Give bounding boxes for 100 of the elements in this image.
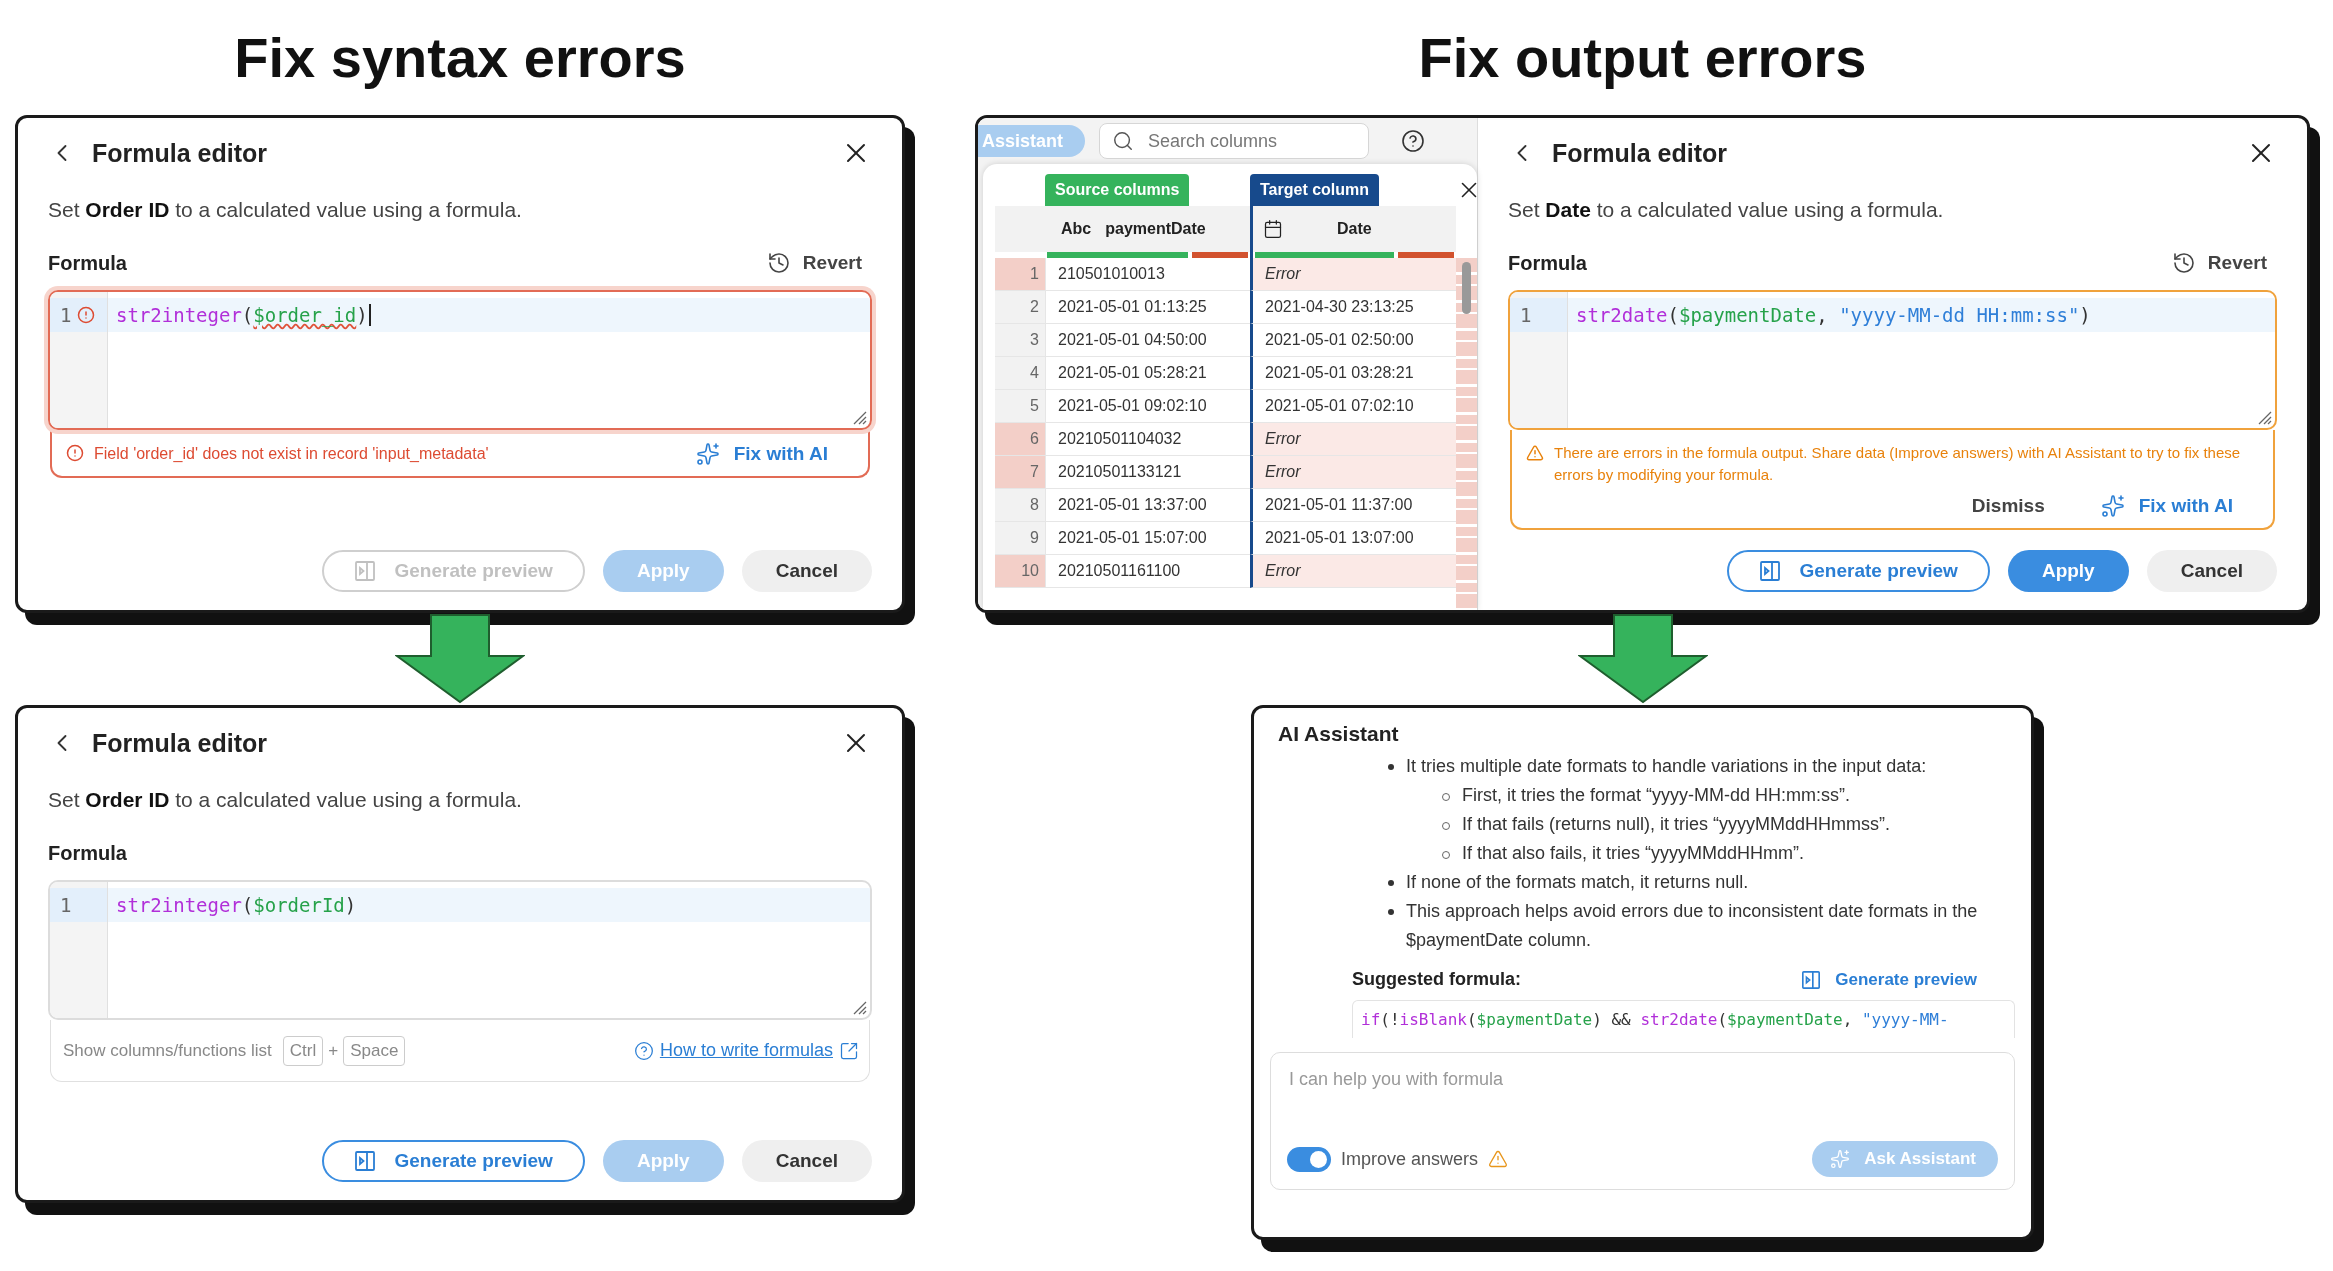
line-number: 1 <box>60 894 72 916</box>
table-cell: 2021-05-01 03:28:21 <box>1250 357 1456 390</box>
section-heading: Fix syntax errors <box>234 25 686 91</box>
revert-button[interactable]: Revert <box>2161 251 2277 275</box>
table-cell: 2021-05-01 02:50:00 <box>1250 324 1456 357</box>
row-number: 4 <box>995 357 1045 390</box>
table-cell: Error <box>1250 555 1456 588</box>
target-column-label: Target column <box>1250 174 1380 206</box>
table-cell: 20210501104032 <box>1045 423 1250 456</box>
code-line: str2integer($orderId) <box>116 894 358 916</box>
warning-message: There are errors in the formula output. Share data (Improve answers) with AI Assistant to try to fix these errors by modifying your formula. <box>1554 443 2242 485</box>
dialog-title: Formula editor <box>1552 138 1728 168</box>
calendar-icon <box>1263 219 1283 239</box>
formula-label: Formula <box>48 841 127 865</box>
row-number: 6 <box>995 423 1045 456</box>
help-link[interactable]: How to write formulas <box>633 1040 859 1061</box>
table-cell: 2021-05-01 05:28:21 <box>1045 357 1250 390</box>
cancel-button[interactable]: Cancel <box>741 550 872 592</box>
bullet-dot <box>1388 880 1394 886</box>
table-cell: 2021-05-01 13:37:00 <box>1045 489 1250 522</box>
help-icon <box>633 1040 654 1061</box>
line-number: 1 <box>60 304 72 326</box>
column-name: paymentDate <box>1105 220 1206 238</box>
row-number: 2 <box>995 291 1045 324</box>
toggle-label: Improve answers <box>1341 1148 1479 1170</box>
row-number: 7 <box>995 456 1045 489</box>
row-number: 1 <box>995 258 1045 291</box>
table-cell: 2021-05-01 04:50:00 <box>1045 324 1250 357</box>
preview-icon <box>354 1150 377 1172</box>
preview-icon <box>1759 560 1782 582</box>
column-name: Date <box>1337 220 1372 238</box>
description-text: Set Date to a calculated value using a formula. <box>1508 198 1945 222</box>
table-cell: 20210501133121 <box>1045 456 1250 489</box>
panel-title: AI Assistant <box>1278 722 1400 746</box>
table-cell: Error <box>1250 456 1456 489</box>
bullet-text: It tries multiple date formats to handle variations in the input data: <box>1406 755 1927 778</box>
key-cap: Ctrl <box>282 1035 324 1066</box>
table-cell: 2021-04-30 23:13:25 <box>1250 291 1456 324</box>
generate-preview-link[interactable]: Generate preview <box>1793 969 1985 990</box>
bullet-text: If that fails (returns null), it tries “yyyyMMddHHmmss”. <box>1462 813 1891 836</box>
description-text: Set Order ID to a calculated value using a formula. <box>48 788 523 812</box>
sparkles-icon <box>695 442 720 466</box>
row-number: 5 <box>995 390 1045 423</box>
bullet-text: If none of the formats match, it returns null. <box>1406 871 1749 894</box>
cancel-button[interactable]: Cancel <box>741 1140 872 1182</box>
search-field[interactable]: Search columns <box>1099 123 1370 159</box>
toggle-switch[interactable] <box>1287 1146 1331 1172</box>
formula-label: Formula <box>48 251 127 275</box>
table-cell: Error <box>1250 423 1456 456</box>
code-line: str2integer($order_id) <box>116 304 371 326</box>
type-label: Abc <box>1061 220 1092 238</box>
table-cell: 20210501161100 <box>1045 555 1250 588</box>
row-number: 10 <box>995 555 1045 588</box>
hint-text: Show columns/functions list <box>63 1040 272 1061</box>
dialog-title: Formula editor <box>92 138 268 168</box>
warning-icon <box>1526 444 1544 462</box>
warning-icon <box>1488 1149 1509 1169</box>
table-cell: 2021-05-01 01:13:25 <box>1045 291 1250 324</box>
sparkles-icon <box>2100 493 2125 518</box>
description-text: Set Order ID to a calculated value using a formula. <box>48 198 523 222</box>
resize-handle-icon <box>851 409 867 425</box>
history-icon <box>766 251 791 275</box>
bullet-dot <box>1388 909 1394 915</box>
section-heading: Fix output errors <box>1418 25 1867 91</box>
table-cell: Error <box>1250 258 1456 291</box>
sparkles-icon <box>1830 1149 1851 1169</box>
formula-editor[interactable]: 1 str2integer($orderId) <box>48 880 872 1020</box>
fix-with-ai-button[interactable]: Fix with AI <box>687 442 836 466</box>
bullet-text: First, it tries the format “yyyy-MM-dd HH:mm:ss”. <box>1462 784 1850 807</box>
formula-label: Formula <box>1508 251 1587 275</box>
suggested-formula-label: Suggested formula: <box>1352 969 1521 990</box>
search-input[interactable]: Search columns <box>1146 129 1347 153</box>
resize-handle-icon <box>2256 409 2272 425</box>
table-cell: 2021-05-01 15:07:00 <box>1045 522 1250 555</box>
table-cell: 2021-05-01 11:37:00 <box>1250 489 1456 522</box>
fix-with-ai-button[interactable]: Fix with AI <box>2092 493 2241 518</box>
key-cap: Space <box>343 1035 406 1066</box>
error-message: Field 'order_id' does not exist in record 'input_metadata' <box>94 444 489 465</box>
source-columns-label: Source columns <box>1045 174 1190 206</box>
apply-button[interactable]: Apply <box>2007 550 2129 592</box>
message-field[interactable]: I can help you with formula Improve answers Ask Assistant <box>1270 1052 2015 1190</box>
bullet-dot <box>1388 764 1394 770</box>
formula-editor[interactable]: 1 str2date($paymentDate, "yyyy-MM-dd HH:mm:ss") <box>1508 290 2277 430</box>
table-cell: 2021-05-01 07:02:10 <box>1250 390 1456 423</box>
bullet-text: This approach helps avoid errors due to inconsistent date formats in the $paymentDate column. <box>1406 900 1979 952</box>
preview-icon <box>1801 969 1822 990</box>
dismiss-button[interactable]: Dismiss <box>1963 494 2053 517</box>
generate-preview-button[interactable]: Generate preview <box>322 1140 585 1182</box>
row-number: 9 <box>995 522 1045 555</box>
revert-button[interactable]: Revert <box>756 251 872 275</box>
generate-preview-button[interactable]: Generate preview <box>1727 550 1990 592</box>
cancel-button[interactable]: Cancel <box>2146 550 2277 592</box>
table-cell: 2021-05-01 09:02:10 <box>1045 390 1250 423</box>
help-icon[interactable] <box>1401 129 1426 153</box>
dialog-title: Formula editor <box>92 728 268 758</box>
code-line: if(!isBlank($paymentDate) && str2date($paymentDate, "yyyy-MM- <box>1361 1010 1950 1029</box>
plus-text: + <box>328 1040 339 1061</box>
resize-handle-icon <box>851 999 867 1015</box>
table-cell: 210501010013 <box>1045 258 1250 291</box>
row-number: 3 <box>995 324 1045 357</box>
